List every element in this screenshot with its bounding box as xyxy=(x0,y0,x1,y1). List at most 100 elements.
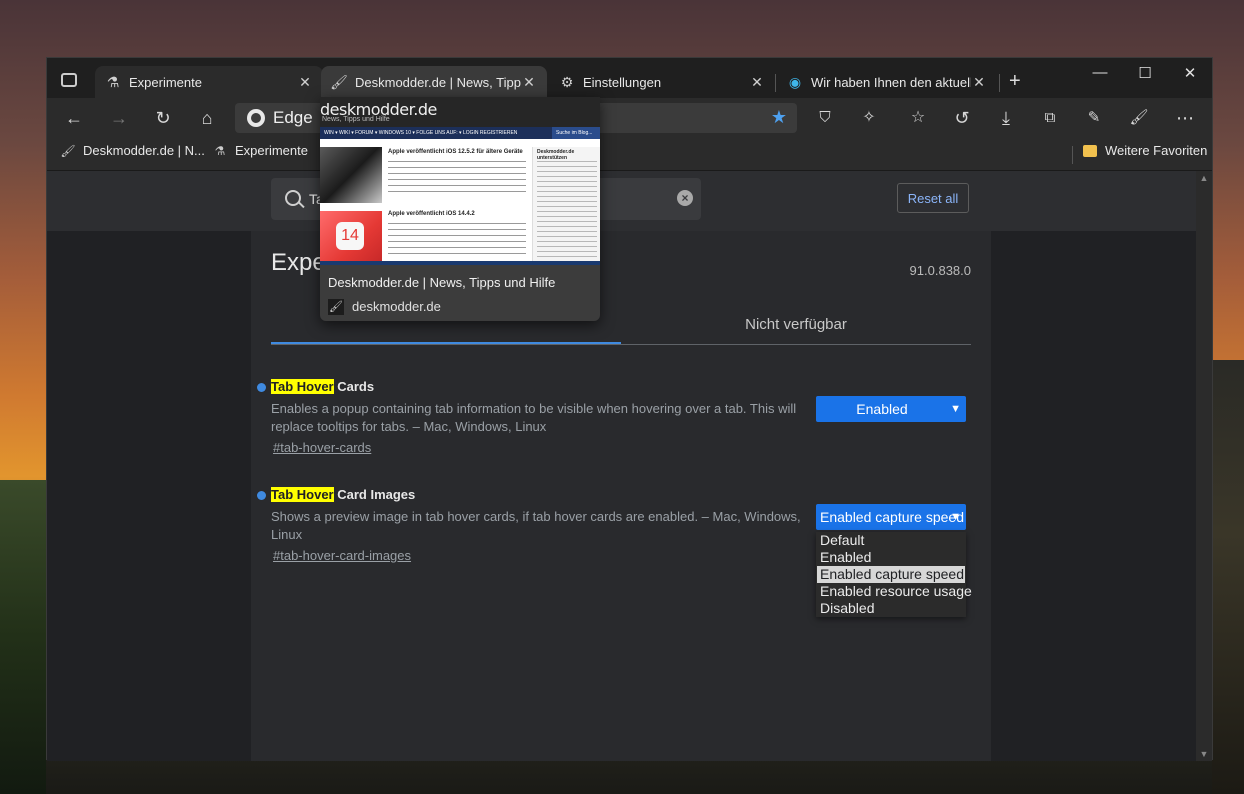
search-highlight: Tab Hover xyxy=(271,487,334,502)
tab-experimente[interactable]: ⚗ Experimente ✕ xyxy=(95,66,323,98)
preview-thumbnail: 14 xyxy=(320,211,382,263)
scroll-down-icon[interactable]: ▼ xyxy=(1196,749,1212,759)
close-tab-icon[interactable]: ✕ xyxy=(521,74,537,91)
edge-icon: ◉ xyxy=(788,73,802,90)
refresh-button[interactable]: ↻ xyxy=(149,106,177,130)
history-icon[interactable]: ↺ xyxy=(948,106,976,130)
browser-window: ⚗ Experimente ✕ 🖌 Deskmodder.de | News, … xyxy=(46,57,1213,761)
tab-unavailable[interactable]: Nicht verfügbar xyxy=(621,306,971,344)
preview-nav: WIN ▾ WIKI ▾ FORUM ▾ WINDOWS 10 ▾ FOLGE … xyxy=(320,127,600,139)
flags-page: Ta × Reset all Expe 91.0.838.0 Nicht ver… xyxy=(47,171,1197,761)
extensions-puzzle-icon[interactable]: ✧ xyxy=(855,106,883,130)
new-tab-button[interactable]: + xyxy=(1009,71,1021,91)
tab-deskmodder[interactable]: 🖌 Deskmodder.de | News, Tipps und Hilfe … xyxy=(321,66,547,98)
experiment-title-rest: Cards xyxy=(333,379,375,394)
experiment-title: Tab Hover Card Images xyxy=(271,487,971,502)
dropdown-option[interactable]: Enabled xyxy=(816,549,966,566)
experiment-title-rest: Card Images xyxy=(333,487,416,502)
experiment-title: Tab Hover Cards xyxy=(271,379,971,394)
search-icon xyxy=(285,190,301,206)
toolbar: ← → ↻ ⌂ Edge ★ ⛉ ✧ ☆ ↺ ⤓ ⧉ ✎ 🖌 ⋯ xyxy=(47,98,1212,138)
select-value: Enabled xyxy=(856,401,908,417)
preview-tagline: News, Tipps und Hilfe xyxy=(322,116,390,123)
brush-extension-icon[interactable]: 🖌 xyxy=(1125,106,1153,130)
preview-article-title: Apple veröffentlicht iOS 12.5.2 für älte… xyxy=(388,149,523,155)
tab-edge-update[interactable]: ◉ Wir haben Ihnen den aktuellen Edge ✕ xyxy=(777,66,997,98)
dropdown-option-selected[interactable]: Enabled capture speed xyxy=(817,566,965,583)
chevron-down-icon: ▼ xyxy=(950,403,961,415)
preview-bottom-bar xyxy=(320,261,600,265)
back-button[interactable]: ← xyxy=(60,106,88,130)
bookmark-deskmodder[interactable]: 🖌 Deskmodder.de | N... xyxy=(60,143,205,158)
collections-icon[interactable]: ⧉ xyxy=(1036,106,1064,130)
tab-label: Einstellungen xyxy=(583,74,662,90)
brush-icon: 🖌 xyxy=(330,73,348,90)
other-favorites-folder[interactable]: Weitere Favoriten xyxy=(1083,143,1207,158)
vertical-tabs-icon[interactable] xyxy=(61,73,77,87)
experiment-link[interactable]: #tab-hover-cards xyxy=(273,440,971,455)
close-tab-icon[interactable]: ✕ xyxy=(749,74,765,91)
close-tab-icon[interactable]: ✕ xyxy=(297,74,313,91)
gear-icon: ⚙ xyxy=(560,73,574,90)
modified-indicator xyxy=(257,383,266,392)
search-highlight: Tab Hover xyxy=(271,379,334,394)
minimize-button[interactable]: — xyxy=(1080,64,1120,81)
bookmark-experimente[interactable]: ⚗ Experimente xyxy=(213,143,308,158)
address-label: Edge xyxy=(273,108,313,127)
experiment-select[interactable]: Enabled capture speed ▼ xyxy=(816,504,966,530)
other-favorites-label: Weitere Favoriten xyxy=(1105,143,1208,158)
home-button[interactable]: ⌂ xyxy=(193,106,221,130)
tab-label: Wir haben Ihnen den aktuellen Edge xyxy=(811,74,971,90)
performance-icon[interactable]: ✎ xyxy=(1080,106,1108,130)
brush-icon: 🖌 xyxy=(60,143,76,158)
close-window-button[interactable]: ✕ xyxy=(1170,64,1210,82)
brush-icon: 🖌 xyxy=(328,299,344,315)
edge-logo-icon xyxy=(247,109,265,127)
downloads-icon[interactable]: ⤓ xyxy=(992,106,1020,130)
modified-indicator xyxy=(257,491,266,500)
experiment-select[interactable]: Enabled ▼ xyxy=(816,396,966,422)
ublock-shield-icon[interactable]: ⛉ xyxy=(811,106,839,130)
maximize-button[interactable]: ☐ xyxy=(1125,64,1165,82)
experiment-description: Shows a preview image in tab hover cards… xyxy=(271,509,801,542)
preview-sidebar: Deskmodder.de unterstützen xyxy=(532,147,600,263)
version-label: 91.0.838.0 xyxy=(909,263,971,278)
bookmark-label: Deskmodder.de | N... xyxy=(83,143,205,158)
close-tab-icon[interactable]: ✕ xyxy=(971,74,987,91)
tab-hover-card: deskmodder.de News, Tipps und Hilfe WIN … xyxy=(320,97,600,321)
tab-einstellungen[interactable]: ⚙ Einstellungen ✕ xyxy=(549,66,775,98)
bookmark-label: Experimente xyxy=(235,143,308,158)
wallpaper-left xyxy=(0,480,46,794)
select-dropdown: Default Enabled Enabled capture speed En… xyxy=(816,532,972,617)
preview-header: deskmodder.de News, Tipps und Hilfe xyxy=(320,97,600,127)
more-menu-icon[interactable]: ⋯ xyxy=(1171,106,1199,130)
forward-button[interactable]: → xyxy=(105,106,133,130)
ios14-icon: 14 xyxy=(336,222,364,250)
preview-thumbnail xyxy=(320,147,382,203)
page-scrollbar[interactable]: ▲ ▼ xyxy=(1196,171,1212,761)
scroll-up-icon[interactable]: ▲ xyxy=(1196,173,1212,183)
folder-icon xyxy=(1083,144,1097,158)
preview-sidebar-text xyxy=(537,161,597,259)
select-value: Enabled capture speed xyxy=(820,509,964,525)
preview-sidebar-title: Deskmodder.de unterstützen xyxy=(537,149,575,161)
chevron-down-icon: ▼ xyxy=(950,511,961,523)
dropdown-option[interactable]: Enabled resource usage xyxy=(816,583,972,600)
hover-card-domain: deskmodder.de xyxy=(352,299,441,314)
tab-label: Deskmodder.de | News, Tipps und Hilfe xyxy=(355,74,521,90)
favorite-star-icon[interactable]: ★ xyxy=(771,107,787,128)
preview-nav-text: WIN ▾ WIKI ▾ FORUM ▾ WINDOWS 10 ▾ FOLGE … xyxy=(324,130,518,136)
tab-separator xyxy=(999,74,1000,92)
bookmarks-bar: 🖌 Deskmodder.de | N... ⚗ Experimente Wei… xyxy=(47,138,1212,171)
reset-all-button[interactable]: Reset all xyxy=(897,183,969,213)
tab-label: Experimente xyxy=(129,74,202,90)
tab-preview-image: deskmodder.de News, Tipps und Hilfe WIN … xyxy=(320,97,600,265)
flags-header: Ta × Reset all xyxy=(47,171,1197,231)
preview-article-title: Apple veröffentlicht iOS 14.4.2 xyxy=(388,211,475,217)
dropdown-option[interactable]: Default xyxy=(816,532,966,549)
favorites-icon[interactable]: ☆ xyxy=(904,106,932,130)
dropdown-option[interactable]: Disabled xyxy=(816,600,966,617)
page-title: Expe xyxy=(271,249,326,276)
clear-search-icon[interactable]: × xyxy=(677,190,693,206)
wallpaper-right xyxy=(1212,360,1244,794)
